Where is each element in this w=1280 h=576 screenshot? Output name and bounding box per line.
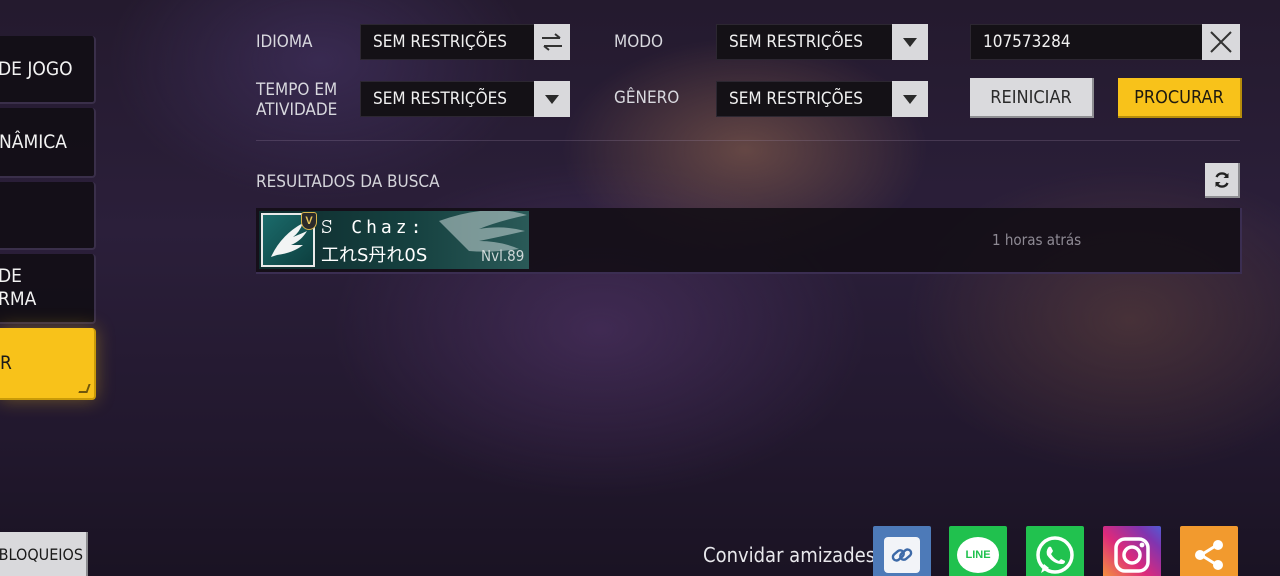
whatsapp-icon	[1036, 536, 1074, 574]
player-name-top: ꕶ Chaz꞉	[321, 217, 426, 238]
blocks-button[interactable]: BLOQUEIOS	[0, 532, 88, 576]
player-level: Nvl.89	[481, 247, 525, 265]
active-time-value: SEM RESTRIÇÕES	[373, 89, 507, 109]
chevron-down-icon[interactable]	[892, 81, 928, 117]
search-button[interactable]: PROCURAR	[1118, 78, 1242, 118]
search-button-label: PROCURAR	[1134, 86, 1224, 108]
refresh-icon	[1214, 171, 1229, 188]
result-row[interactable]: V ꕶ Chaz꞉ 工れS丹れ0S Nvl.89 1 horas atrás	[256, 208, 1242, 274]
swap-icon[interactable]	[534, 24, 570, 60]
whatsapp-share-button[interactable]	[1026, 526, 1084, 576]
language-value: SEM RESTRIÇÕES	[373, 32, 507, 52]
link-icon	[884, 537, 920, 573]
sidebar-tab-game-mode[interactable]: DE JOGO	[0, 36, 96, 104]
gender-value: SEM RESTRIÇÕES	[729, 89, 863, 109]
sidebar-tab-label: DE JOGO	[0, 57, 73, 80]
search-input[interactable]: 107573284	[970, 24, 1240, 60]
share-icon	[1195, 540, 1223, 570]
active-time-select[interactable]: SEM RESTRIÇÕES	[360, 81, 570, 117]
player-banner[interactable]: V ꕶ Chaz꞉ 工れS丹れ0S Nvl.89	[259, 211, 529, 269]
mode-select[interactable]: SEM RESTRIÇÕES	[716, 24, 928, 60]
share-button[interactable]	[1180, 526, 1238, 576]
chevron-down-icon[interactable]	[534, 81, 570, 117]
chevron-down-icon[interactable]	[892, 24, 928, 60]
reset-button[interactable]: REINICIAR	[970, 78, 1094, 118]
blocks-button-label: BLOQUEIOS	[0, 544, 83, 564]
results-title: RESULTADOS DA BUSCA	[256, 172, 440, 192]
language-label: IDIOMA	[256, 32, 313, 52]
refresh-button[interactable]	[1205, 163, 1240, 198]
sidebar-tab-dynamic[interactable]: NÂMICA	[0, 108, 96, 178]
line-icon: LINE	[957, 537, 999, 573]
corner-mark-icon	[78, 384, 91, 393]
last-seen-text: 1 horas atrás	[992, 231, 1082, 249]
close-icon[interactable]	[1202, 24, 1240, 60]
sidebar-tab-label: R	[0, 351, 12, 374]
mode-value: SEM RESTRIÇÕES	[729, 32, 863, 52]
line-share-button[interactable]: LINE	[949, 526, 1007, 576]
sidebar-tab-platform[interactable]: DE RMA	[0, 254, 96, 324]
sidebar-tab-search[interactable]: R	[0, 328, 96, 400]
reset-button-label: REINICIAR	[990, 86, 1072, 108]
copy-link-button[interactable]	[873, 526, 931, 576]
active-time-label: TEMPO EM ATIVIDADE	[256, 80, 338, 120]
invite-label: Convidar amizades	[703, 543, 876, 567]
instagram-share-button[interactable]	[1103, 526, 1161, 576]
language-select[interactable]: SEM RESTRIÇÕES	[360, 24, 570, 60]
player-name-bottom: 工れS丹れ0S	[321, 245, 428, 266]
line-icon-text: LINE	[965, 549, 991, 561]
mode-label: MODO	[614, 32, 664, 52]
gender-select[interactable]: SEM RESTRIÇÕES	[716, 81, 928, 117]
gender-label: GÊNERO	[614, 88, 680, 108]
search-input-value: 107573284	[983, 32, 1071, 52]
instagram-icon	[1114, 537, 1150, 573]
sidebar-tab-label: NÂMICA	[0, 130, 67, 153]
sidebar-tab-blank[interactable]	[0, 182, 96, 250]
verified-badge: V	[301, 212, 317, 230]
section-divider	[256, 140, 1240, 141]
sidebar-tab-label: DE RMA	[0, 265, 37, 310]
